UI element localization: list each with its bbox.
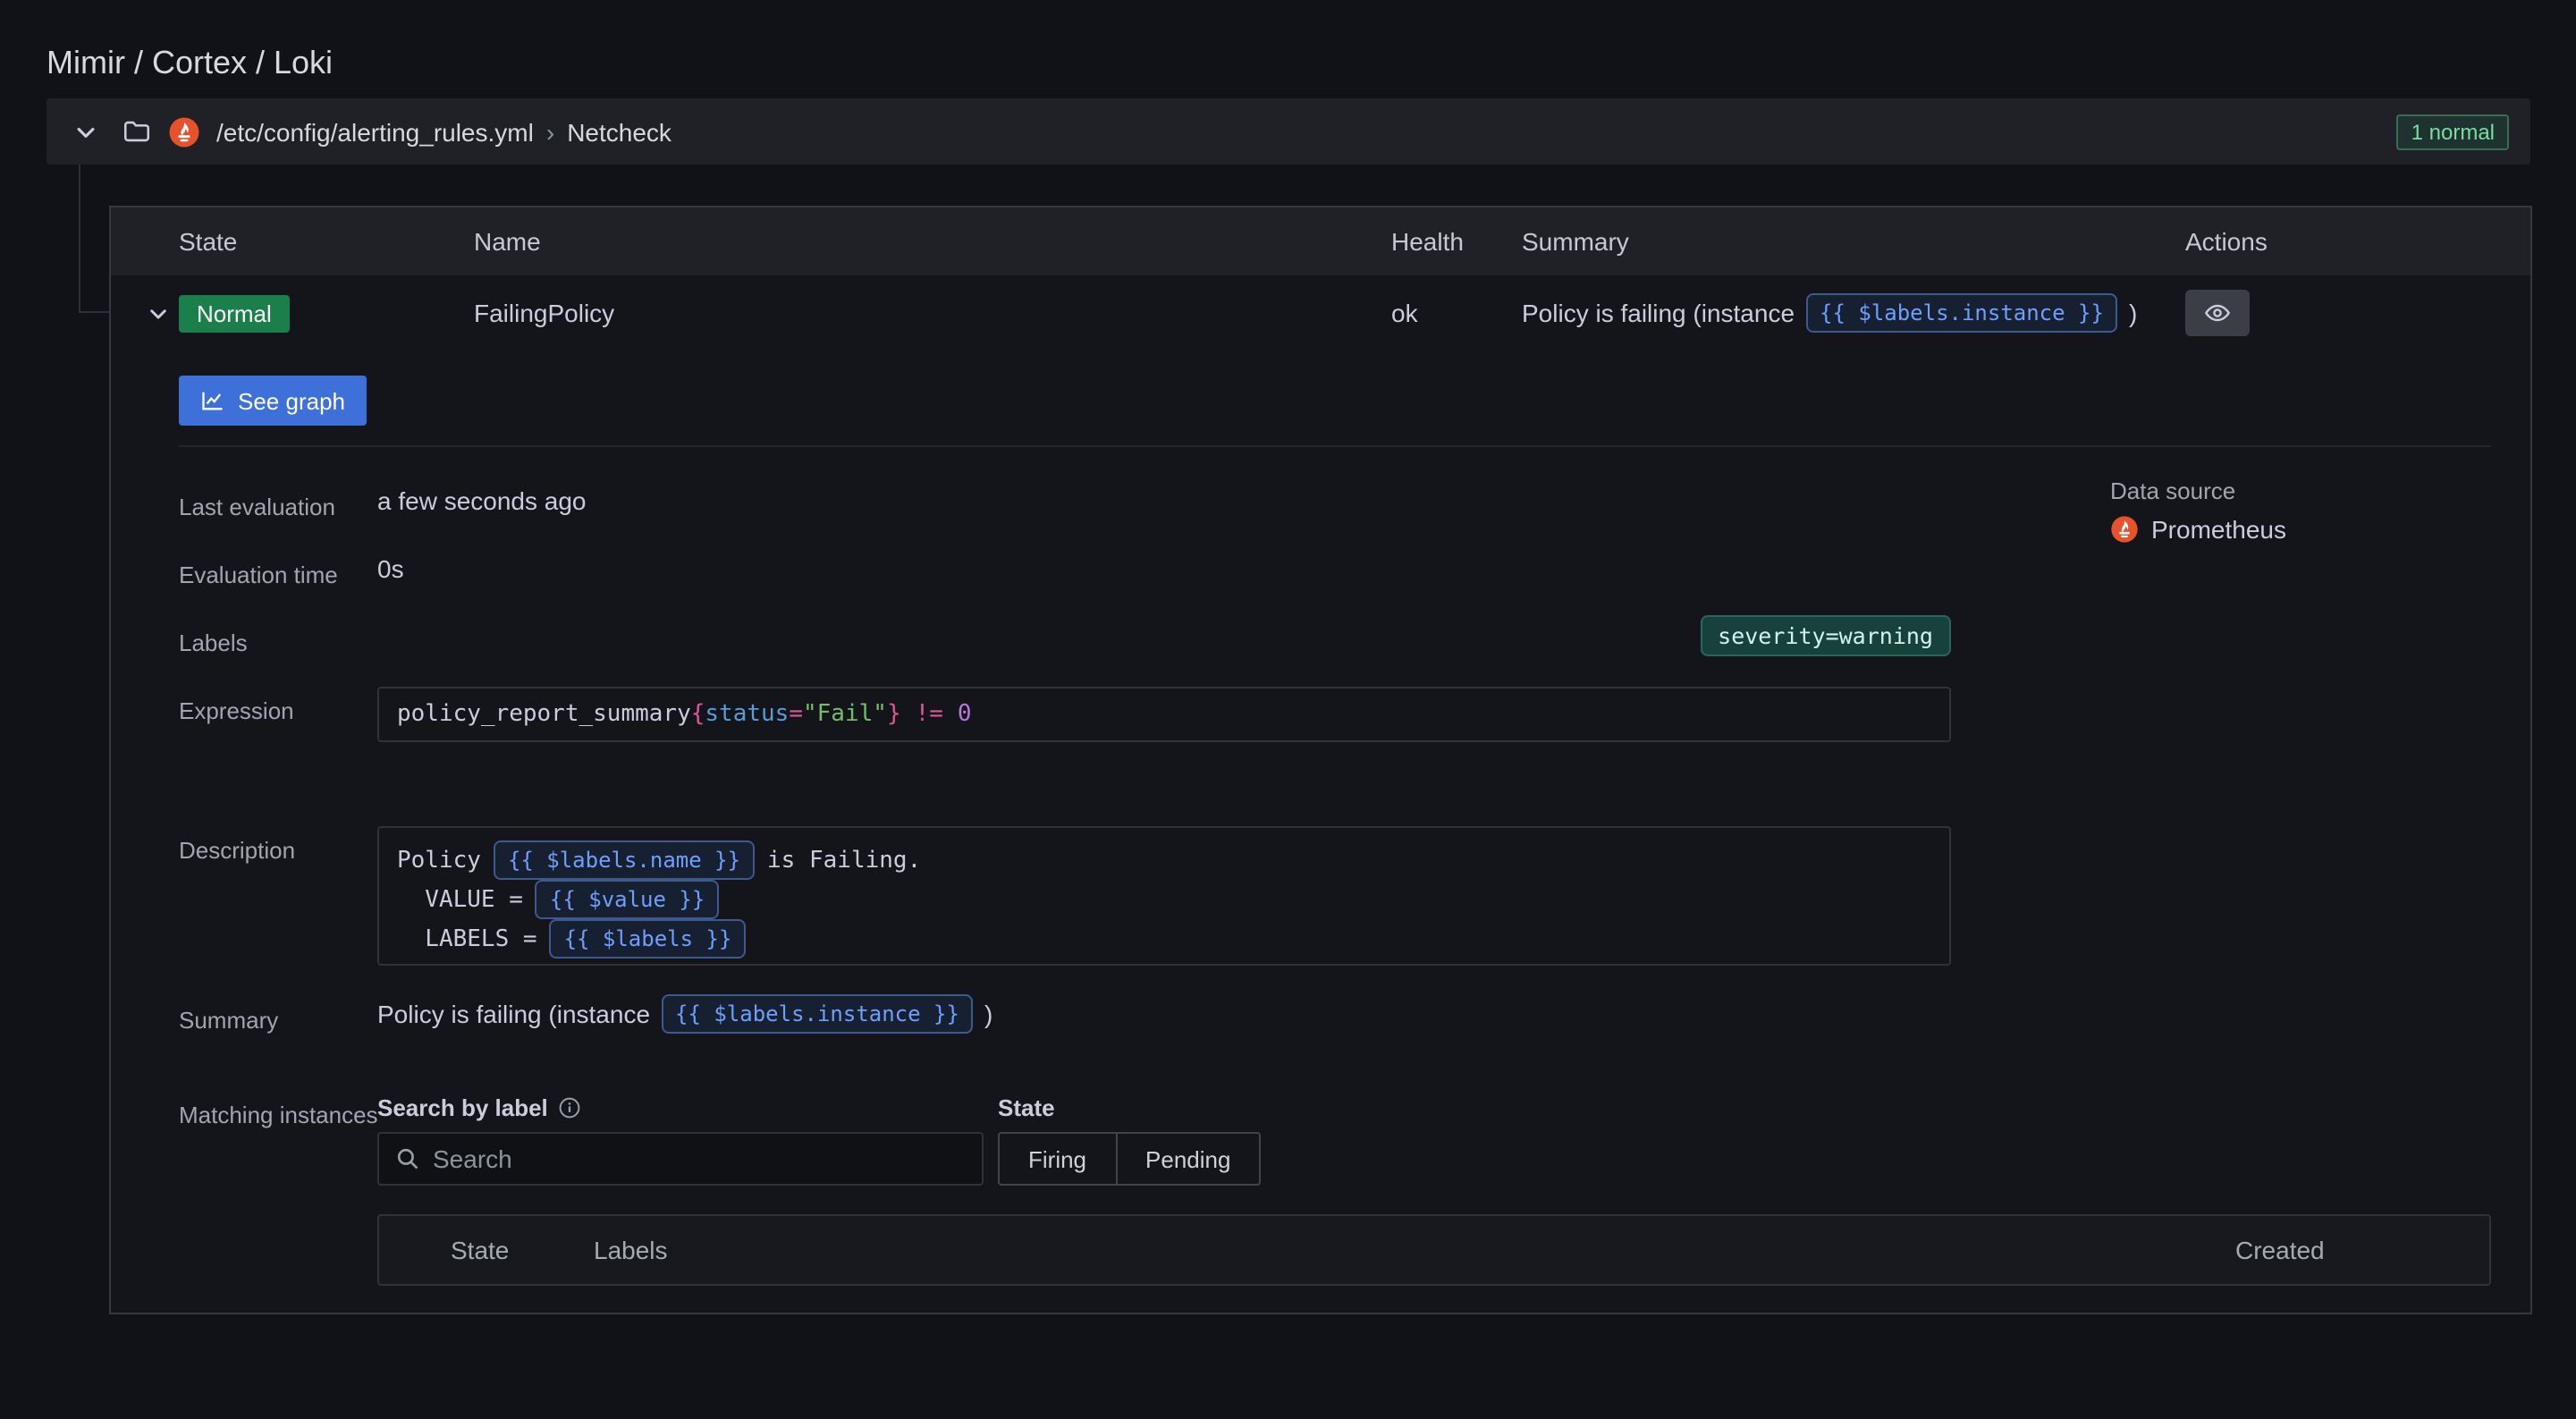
column-header-summary: Summary [1522, 227, 2185, 256]
tree-connector-horizontal [79, 311, 109, 313]
template-variable-chip: {{ $labels.instance }} [1805, 293, 2118, 333]
graph-icon [200, 388, 225, 413]
page-title: Mimir / Cortex / Loki [46, 45, 333, 82]
description-text: Policy [397, 847, 481, 874]
expr-metric: policy_report_summary [397, 701, 691, 728]
severity-label-badge: severity=warning [1700, 615, 1951, 656]
info-icon[interactable] [559, 1096, 582, 1119]
rule-state-cell: Normal [179, 294, 474, 332]
rule-health-cell: ok [1391, 299, 1522, 327]
rule-file-path: /etc/config/alerting_rules.yml [216, 117, 534, 146]
expr-equals: = [789, 701, 803, 728]
expr-label-name: status [705, 701, 789, 728]
rule-name-cell: FailingPolicy [474, 299, 1391, 327]
matching-instances-table-header: State Labels Created [377, 1214, 2491, 1286]
column-header-state: State [111, 227, 474, 256]
see-graph-label: See graph [238, 387, 345, 414]
column-header-health: Health [1391, 227, 1522, 256]
description-code: Policy {{ $labels.name }} is Failing. VA… [377, 826, 1951, 966]
row-expand-chevron-icon[interactable] [111, 301, 179, 325]
description-text: is Failing. [767, 847, 921, 874]
search-icon [395, 1146, 420, 1171]
firing-filter-button[interactable]: Firing [998, 1132, 1117, 1186]
rule-group-row[interactable]: /etc/config/alerting_rules.yml › Netchec… [46, 98, 2530, 165]
expr-operator: != [916, 701, 943, 728]
column-header-name: Name [474, 227, 1391, 256]
description-line: Policy {{ $labels.name }} is Failing. [397, 840, 1931, 880]
description-label: Description [179, 832, 379, 869]
state-filter-label: State [998, 1094, 1055, 1121]
group-status-badge: 1 normal [2397, 114, 2509, 149]
description-text: VALUE = [397, 886, 523, 913]
matching-instances-label: Matching instances [179, 1096, 379, 1134]
breadcrumb-separator-icon: › [546, 117, 554, 146]
section-divider [179, 445, 2491, 447]
evaluation-time-label: Evaluation time [179, 556, 379, 594]
summary-text-suffix: ) [2129, 299, 2137, 327]
summary-label: Summary [179, 1001, 379, 1039]
column-header-actions: Actions [2185, 227, 2530, 256]
search-by-label-label: Search by label [377, 1094, 582, 1121]
label-search-field[interactable] [377, 1132, 984, 1186]
view-rule-button[interactable] [2185, 290, 2250, 336]
label-search-input[interactable] [433, 1144, 966, 1173]
expr-brace-close: } [887, 701, 901, 728]
state-badge: Normal [179, 294, 290, 332]
summary-text-suffix: ) [984, 1000, 992, 1028]
last-evaluation-label: Last evaluation [179, 488, 379, 526]
labels-row: severity=warning [377, 615, 1951, 656]
expression-label: Expression [179, 692, 379, 730]
template-variable-chip: {{ $value }} [536, 880, 719, 919]
prometheus-icon [168, 115, 200, 148]
see-graph-button[interactable]: See graph [179, 376, 367, 426]
instances-column-created: Created [2235, 1236, 2493, 1264]
description-line: LABELS = {{ $labels }} [397, 919, 1931, 959]
instances-column-labels: Labels [594, 1236, 2235, 1264]
last-evaluation-value: a few seconds ago [377, 486, 587, 515]
eye-icon [2203, 299, 2232, 327]
search-by-label-text: Search by label [377, 1094, 548, 1121]
group-collapse-chevron-icon[interactable] [66, 112, 106, 151]
template-variable-chip: {{ $labels }} [550, 919, 747, 959]
rule-row: Normal FailingPolicy ok Policy is failin… [111, 275, 2530, 351]
summary-text: Policy is failing (instance [1522, 299, 1795, 327]
rules-panel: State Name Health Summary Actions Normal… [109, 206, 2532, 1314]
labels-label: Labels [179, 624, 379, 662]
template-variable-chip: {{ $labels.instance }} [661, 994, 974, 1034]
instances-column-state: State [451, 1236, 594, 1264]
rule-actions-cell [2185, 290, 2530, 336]
rule-summary-cell: Policy is failing (instance {{ $labels.i… [1522, 293, 2185, 333]
summary-text: Policy is failing (instance [377, 1000, 650, 1028]
alerting-page: Mimir / Cortex / Loki /etc/config/alerti… [0, 0, 2576, 1419]
template-variable-chip: {{ $labels.name }} [494, 840, 755, 880]
expr-brace-open: { [691, 701, 705, 728]
data-source-value: Prometheus [2110, 515, 2286, 544]
state-filter-group: Firing Pending [998, 1132, 1261, 1186]
evaluation-time-value: 0s [377, 554, 404, 583]
folder-icon [122, 116, 152, 147]
expr-label-value: "Fail" [803, 701, 887, 728]
data-source-label: Data source [2110, 477, 2235, 504]
expression-code: policy_report_summary{status="Fail"} != 0 [377, 687, 1951, 742]
data-source-name: Prometheus [2151, 515, 2286, 544]
tree-connector-vertical [79, 165, 80, 313]
description-text: LABELS = [397, 925, 537, 952]
description-line: VALUE = {{ $value }} [397, 880, 1931, 919]
expr-number: 0 [958, 701, 972, 728]
rules-table-header: State Name Health Summary Actions [111, 207, 2530, 275]
prometheus-icon [2110, 515, 2139, 544]
pending-filter-button[interactable]: Pending [1117, 1132, 1261, 1186]
summary-value: Policy is failing (instance {{ $labels.i… [377, 994, 992, 1034]
rule-group-name: Netcheck [567, 117, 671, 146]
